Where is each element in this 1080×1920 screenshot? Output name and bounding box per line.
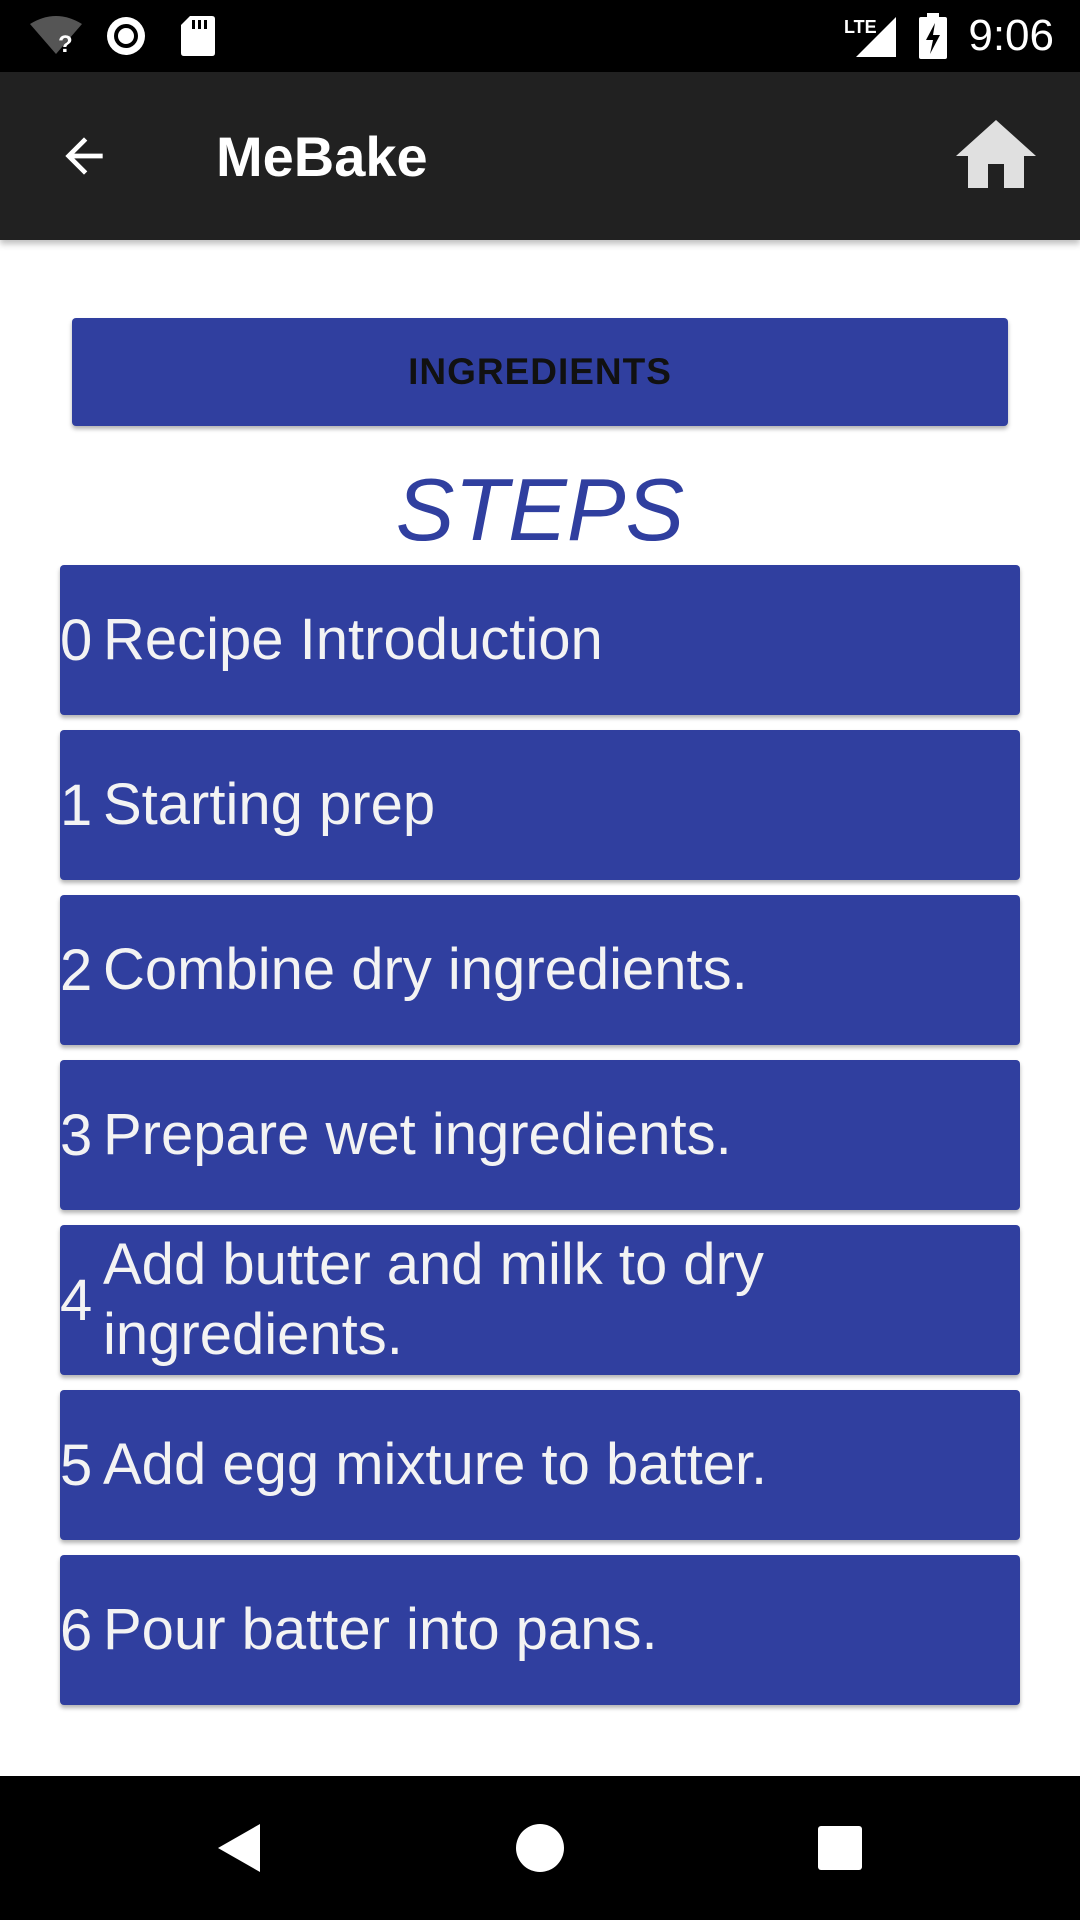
nav-back-button[interactable] (190, 1798, 290, 1898)
home-icon (956, 120, 1036, 188)
step-item[interactable]: 1 Starting prep (60, 730, 1020, 880)
step-title: Pour batter into pans. (103, 1597, 658, 1662)
arrow-left-icon (65, 137, 103, 175)
step-item[interactable]: 4 Add butter and milk to dry ingredients… (60, 1225, 1020, 1375)
nav-back-icon (218, 1824, 260, 1872)
network-label: LTE (844, 17, 877, 37)
step-title: Add butter and milk to dry ingredients. (103, 1232, 764, 1367)
step-number: 3 (60, 1102, 93, 1168)
step-title: Starting prep (103, 772, 436, 837)
record-icon (104, 0, 148, 72)
lte-signal-icon: LTE (840, 0, 900, 72)
step-item[interactable]: 6 Pour batter into pans. (60, 1555, 1020, 1705)
status-bar: ? LTE 9:06 (0, 0, 1080, 72)
status-time: 9:06 (968, 11, 1054, 60)
app-title: MeBake (216, 124, 428, 188)
system-nav-bar (0, 1776, 1080, 1920)
wifi-unknown-icon: ? (28, 0, 84, 72)
battery-charging-icon (918, 0, 948, 72)
step-number: 1 (60, 772, 93, 838)
step-number: 4 (60, 1267, 93, 1333)
step-title: Prepare wet ingredients. (103, 1102, 732, 1167)
ingredients-button[interactable]: INGREDIENTS (72, 318, 1008, 426)
nav-recents-icon (818, 1826, 862, 1870)
svg-text:?: ? (58, 31, 73, 58)
step-item[interactable]: 3 Prepare wet ingredients. (60, 1060, 1020, 1210)
nav-home-icon (516, 1824, 564, 1872)
step-item[interactable]: 5 Add egg mixture to batter. (60, 1390, 1020, 1540)
step-number: 2 (60, 937, 93, 1003)
step-title: Combine dry ingredients. (103, 937, 748, 1002)
home-button[interactable] (948, 108, 1044, 204)
back-button[interactable] (40, 112, 128, 200)
step-title: Recipe Introduction (103, 607, 603, 672)
step-number: 0 (60, 607, 93, 673)
sd-card-icon (180, 0, 216, 72)
step-item[interactable]: 2 Combine dry ingredients. (60, 895, 1020, 1045)
step-title: Add egg mixture to batter. (103, 1432, 768, 1497)
step-item[interactable]: 0 Recipe Introduction (60, 565, 1020, 715)
step-number: 5 (60, 1432, 93, 1498)
step-number: 6 (60, 1597, 93, 1663)
steps-heading: STEPS (395, 460, 685, 559)
steps-list: 0 Recipe Introduction 1 Starting prep 2 … (60, 565, 1020, 1720)
nav-recents-button[interactable] (790, 1798, 890, 1898)
app-bar: MeBake (0, 72, 1080, 240)
nav-home-button[interactable] (490, 1798, 590, 1898)
